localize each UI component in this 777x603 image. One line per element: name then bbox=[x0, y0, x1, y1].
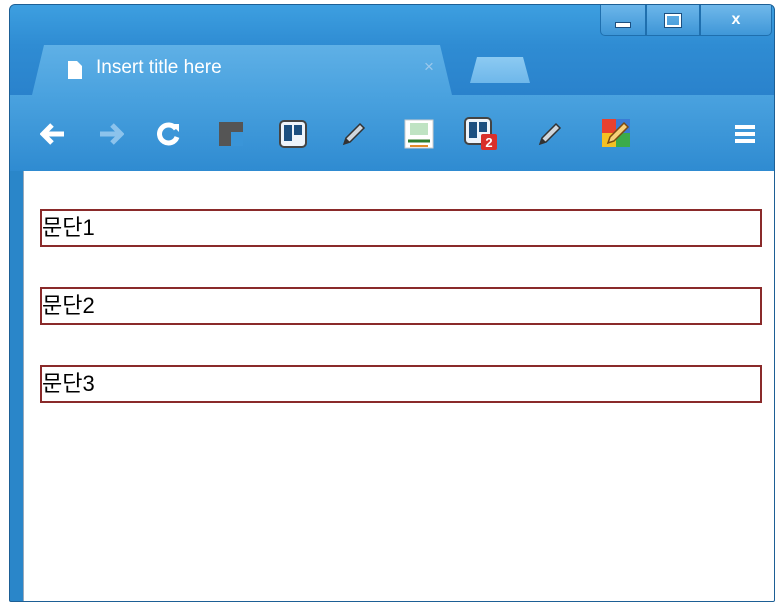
minimize-icon bbox=[615, 22, 631, 28]
browser-toolbar: 2 bbox=[10, 95, 774, 171]
page-content: 문단1 문단2 문단3 bbox=[23, 171, 774, 601]
back-arrow-icon[interactable] bbox=[36, 117, 70, 151]
title-bar: Insert title here × x bbox=[10, 5, 774, 95]
tab-title: Insert title here bbox=[96, 57, 222, 78]
colorful-pencil-extension-icon[interactable] bbox=[600, 117, 634, 151]
maximize-icon bbox=[664, 12, 682, 28]
new-tab-button[interactable] bbox=[470, 57, 530, 83]
forward-arrow-icon[interactable] bbox=[94, 117, 128, 151]
document-icon bbox=[68, 61, 82, 79]
close-window-button[interactable]: x bbox=[700, 5, 772, 36]
pencil-extension-icon-2[interactable] bbox=[532, 117, 566, 151]
browser-window: Insert title here × x 2 문단1 문단2 문단3 bbox=[9, 4, 775, 602]
trello-notification-icon[interactable]: 2 bbox=[464, 117, 498, 151]
paragraph-3: 문단3 bbox=[40, 365, 762, 403]
menu-icon[interactable] bbox=[728, 117, 762, 151]
tab-close-button[interactable]: × bbox=[424, 57, 434, 77]
paragraph-1: 문단1 bbox=[40, 209, 762, 247]
window-controls: x bbox=[600, 5, 772, 36]
dark-square-extension-icon[interactable] bbox=[214, 117, 248, 151]
feed-access-icon[interactable] bbox=[402, 117, 436, 151]
pencil-extension-icon[interactable] bbox=[336, 117, 370, 151]
maximize-button[interactable] bbox=[646, 5, 700, 36]
close-icon: x bbox=[731, 11, 741, 28]
paragraph-2: 문단2 bbox=[40, 287, 762, 325]
active-tab[interactable]: Insert title here × bbox=[32, 45, 452, 95]
trello-board-icon[interactable] bbox=[276, 117, 310, 151]
reload-icon[interactable] bbox=[152, 117, 186, 151]
notification-badge: 2 bbox=[485, 135, 492, 150]
minimize-button[interactable] bbox=[600, 5, 646, 36]
